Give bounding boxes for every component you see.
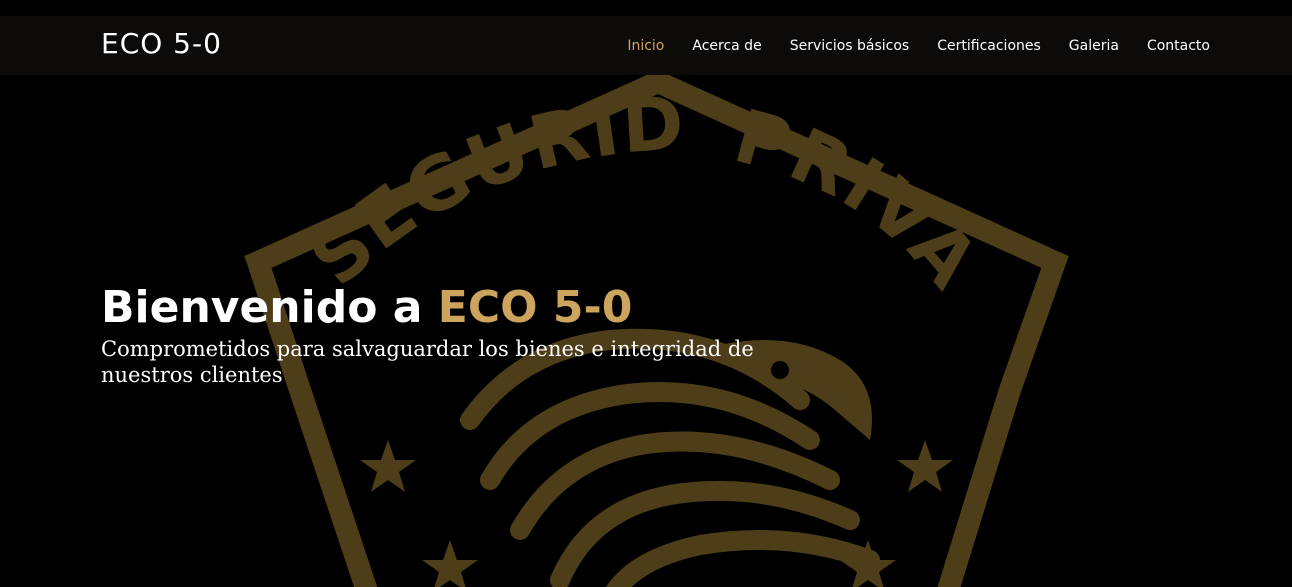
top-bar xyxy=(0,0,1292,16)
navbar: ECO 5-0 Inicio Acerca de Servicios básic… xyxy=(0,16,1292,75)
nav-item-acerca-de[interactable]: Acerca de xyxy=(692,36,761,56)
nav-item-inicio[interactable]: Inicio xyxy=(627,36,664,56)
nav-item-galeria[interactable]: Galeria xyxy=(1069,36,1119,56)
hero-section: Bienvenido a ECO 5-0 Comprometidos para … xyxy=(101,280,821,388)
nav-item-contacto[interactable]: Contacto xyxy=(1147,36,1210,56)
nav-item-certificaciones[interactable]: Certificaciones xyxy=(937,36,1041,56)
hero-title: Bienvenido a ECO 5-0 xyxy=(101,280,821,336)
hero-title-prefix: Bienvenido a xyxy=(101,282,438,333)
main-nav: Inicio Acerca de Servicios básicos Certi… xyxy=(627,16,1210,75)
hero-subtitle: Comprometidos para salvaguardar los bien… xyxy=(101,337,754,387)
hero-title-accent: ECO 5-0 xyxy=(437,282,633,333)
page: SEGURIDAD PRIVADA ECO 5-0 Inicio A xyxy=(0,0,1292,587)
brand-logo-link[interactable]: ECO 5-0 xyxy=(101,26,222,62)
nav-item-servicios-basicos[interactable]: Servicios básicos xyxy=(790,36,910,56)
